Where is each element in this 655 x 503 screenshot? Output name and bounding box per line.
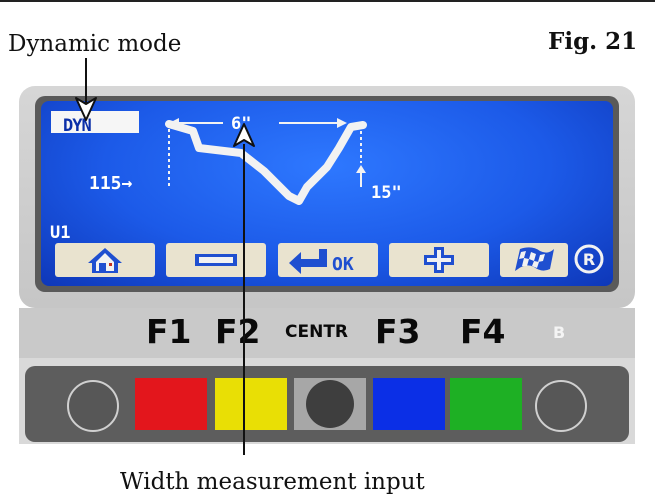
width-arrowhead (233, 123, 255, 147)
callout-arrows (75, 58, 255, 455)
width-input-callout: Width measurement input (120, 469, 425, 495)
